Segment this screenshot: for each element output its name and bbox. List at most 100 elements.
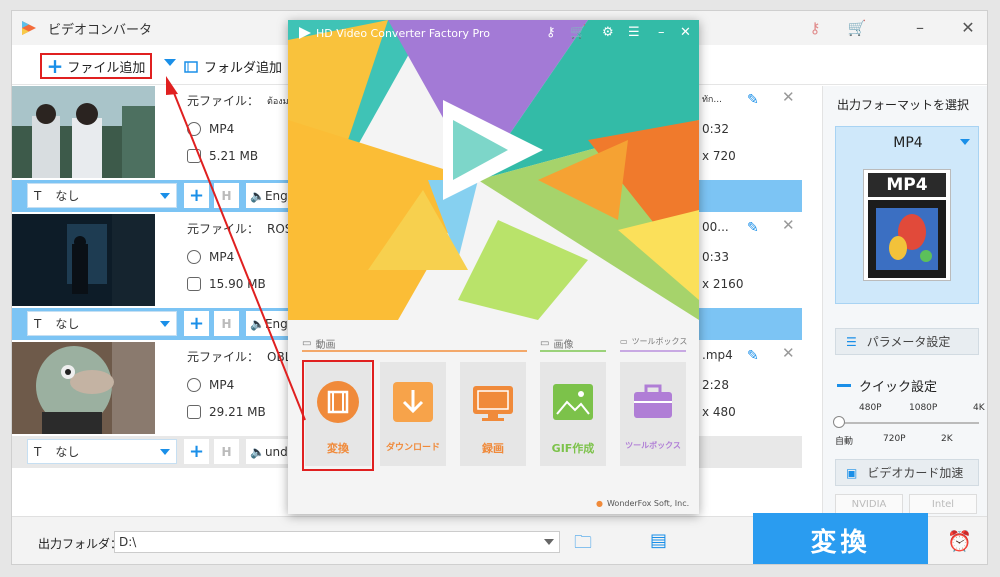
output-folder-label: 出力フォルダ： [38,537,123,551]
video-thumbnail[interactable] [12,214,155,306]
menu-icon[interactable]: ☰ [628,25,640,40]
category-label: 動画 [315,340,336,351]
cart-icon[interactable]: 🛒 [847,18,867,38]
slider-label: 480P [859,403,882,413]
add-file-dropdown-icon[interactable] [164,59,176,66]
output-folder-input[interactable]: D:\ [114,531,560,553]
launcher-logo-icon [299,27,311,39]
tile-label: ダウンロード [385,443,440,453]
remove-item-icon[interactable]: ✕ [782,216,795,234]
close-button[interactable]: ✕ [680,25,691,40]
subtitle-dropdown[interactable]: T なし [27,183,177,208]
source-row: 元ファイル： ต้องม [187,92,289,109]
cart-icon[interactable]: 🛒 [570,25,586,40]
subtitle-dropdown[interactable]: T なし [27,439,177,464]
source-row: 元ファイル： ROSÉ [187,220,300,237]
file-size-icon [187,277,201,291]
minimize-button[interactable]: – [908,17,932,39]
add-file-button[interactable]: + ファイル追加 [40,53,152,79]
category-video: ▭ 動画 [302,336,335,351]
slider-label: 4K [973,403,985,413]
media-library-icon[interactable]: ▤ [650,530,667,551]
source-name: ต้องม [267,96,289,107]
key-icon[interactable]: ⚷ [546,25,556,40]
resolution-value: x 2160 [702,277,744,291]
duration-value: 0:32 [702,122,729,136]
format-value: MP4 [209,122,235,136]
edit-name-icon[interactable]: ✎ [747,348,759,364]
resolution-value: x 720 [702,149,736,163]
output-format-selector[interactable]: MP4 MP4 [835,126,979,304]
gpu-acceleration-button[interactable]: ▣ ビデオカード加速 [835,459,979,486]
hdr-icon[interactable]: H [214,311,239,336]
subtitle-dropdown[interactable]: T なし [27,311,177,336]
alarm-clock-icon[interactable]: ⏰ [947,529,972,553]
hdr-icon[interactable]: H [214,439,239,464]
source-row: 元ファイル： OBLI [187,348,295,365]
remove-item-icon[interactable]: ✕ [782,344,795,362]
tile-download[interactable]: ダウンロード [380,362,446,466]
minimize-button[interactable]: – [658,25,665,40]
tile-label: 録画 [482,442,504,455]
file-size-icon [187,149,201,163]
screen-record-icon [473,386,513,421]
text-icon: T [34,444,42,459]
quality-slider[interactable] [839,422,979,424]
text-icon: T [34,188,42,203]
source-label: 元ファイル： [187,222,260,236]
speaker-icon: 🔈 [250,316,265,331]
remove-item-icon[interactable]: ✕ [782,88,795,106]
slider-label: 自動 [835,437,854,447]
add-file-label: ファイル追加 [67,60,146,76]
gear-icon[interactable]: ⚙ [602,25,614,40]
launcher-banner [288,20,699,320]
vendor-footer: ● WonderFox Soft, Inc. [596,499,689,508]
tile-gif-maker[interactable]: GIF作成 [540,362,606,466]
video-thumbnail[interactable] [12,86,155,178]
output-name: .mp4 [702,348,733,362]
format-row: MP4 [187,378,234,392]
tile-toolbox[interactable]: ツールボックス [620,362,686,466]
tile-label: GIF作成 [551,442,595,455]
output-sidebar: 出力フォーマットを選択 MP4 MP4 ☰ パラメータ設定 クイック設定 480P… [822,86,987,516]
add-subtitle-button[interactable]: + [184,311,209,336]
edit-name-icon[interactable]: ✎ [747,220,759,236]
category-divider [302,350,527,352]
slider-label: 1080P [909,403,938,413]
output-folder-dropdown-icon[interactable] [544,539,554,545]
window-title: ビデオコンバータ [48,23,153,38]
image-icon [553,384,593,420]
image-category-icon: ▭ [540,338,550,349]
hdr-icon[interactable]: H [214,183,239,208]
source-label: 元ファイル： [187,94,260,108]
add-subtitle-button[interactable]: + [184,183,209,208]
chip-icon: ▣ [846,465,858,480]
add-subtitle-button[interactable]: + [184,439,209,464]
key-icon[interactable]: ⚷ [805,18,825,38]
subtitle-value: なし [55,445,80,459]
launcher-title: HD Video Converter Factory Pro [316,27,490,40]
edit-name-icon[interactable]: ✎ [747,92,759,108]
subtitle-value: なし [55,189,80,203]
add-folder-button[interactable]: フォルダ追加 [184,57,282,76]
download-icon [393,382,433,422]
parameter-settings-button[interactable]: ☰ パラメータ設定 [835,328,979,355]
plus-icon: + [46,54,64,78]
resolution-value: x 480 [702,405,736,419]
chevron-down-icon [960,139,970,145]
open-folder-icon[interactable]: 🗀 [574,530,592,560]
convert-button[interactable]: 変換 [753,513,928,564]
param-label: パラメータ設定 [866,335,951,349]
category-toolbox: ▭ ツールボックス [620,336,687,347]
gpu-label: ビデオカード加速 [867,466,964,480]
video-thumbnail[interactable] [12,342,155,434]
quality-slider-handle[interactable] [833,416,845,428]
size-value: 15.90 MB [209,277,266,291]
intel-badge: Intel [909,494,977,514]
close-button[interactable]: ✕ [956,17,980,39]
output-name: 00... [702,220,729,234]
format-badge: MP4 [868,173,946,197]
tile-record[interactable]: 録画 [460,362,526,466]
launcher-window: HD Video Converter Factory Pro ⚷ 🛒 ⚙ ☰ –… [288,20,699,514]
add-folder-label: フォルダ追加 [204,61,283,76]
